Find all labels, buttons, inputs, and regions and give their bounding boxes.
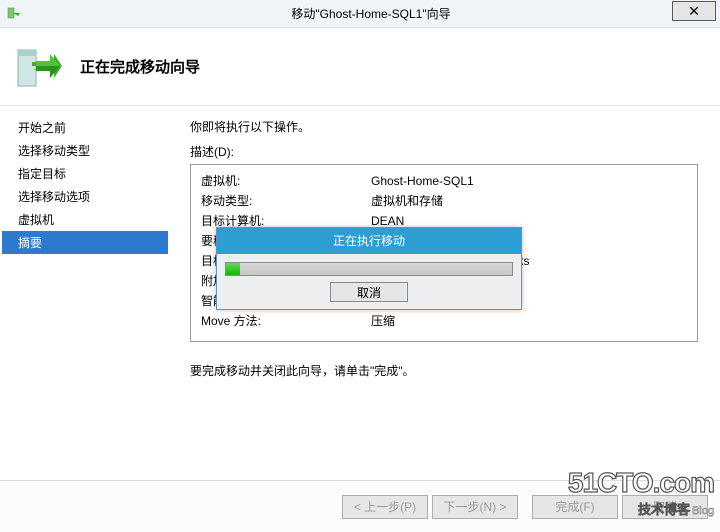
sidebar-item-summary[interactable]: 摘要 — [2, 231, 168, 254]
wizard-header: 正在完成移动向导 — [0, 28, 720, 106]
sidebar-item-move-options[interactable]: 选择移动选项 — [2, 185, 168, 208]
progress-cancel-button[interactable]: 取消 — [330, 282, 408, 302]
summary-row: 移动类型: 虚拟机和存储 — [201, 191, 687, 211]
close-button[interactable]: ✕ — [672, 1, 716, 21]
watermark-domain: 51CTO.com — [568, 467, 714, 499]
sidebar-item-move-type[interactable]: 选择移动类型 — [2, 139, 168, 162]
app-icon — [6, 6, 22, 22]
prev-button[interactable]: < 上一步(P) — [342, 495, 428, 519]
progress-dialog: 正在执行移动 取消 — [216, 227, 522, 310]
wizard-icon — [14, 42, 64, 92]
description-label: 描述(D): — [190, 143, 698, 160]
page-title: 正在完成移动向导 — [80, 56, 200, 77]
sidebar: 开始之前 选择移动类型 指定目标 选择移动选项 虚拟机 摘要 — [0, 106, 168, 480]
watermark: 51CTO.com 技术博客Blog — [568, 467, 714, 518]
progress-fill — [226, 263, 240, 275]
summary-row: Move 方法: 压缩 — [201, 311, 687, 331]
progress-bar — [225, 262, 513, 276]
intro-text: 你即将执行以下操作。 — [190, 118, 698, 135]
titlebar: 移动"Ghost-Home-SQL1"向导 ✕ — [0, 0, 720, 28]
window-title: 移动"Ghost-Home-SQL1"向导 — [22, 5, 720, 22]
sidebar-item-before-begin[interactable]: 开始之前 — [2, 116, 168, 139]
sidebar-item-target[interactable]: 指定目标 — [2, 162, 168, 185]
wizard-window: 移动"Ghost-Home-SQL1"向导 ✕ 正在完成移动向导 开始之前 选择… — [0, 0, 720, 532]
watermark-text: 技术博客 — [638, 502, 690, 517]
watermark-blog: Blog — [692, 505, 714, 517]
finish-hint: 要完成移动并关闭此向导，请单击"完成"。 — [190, 362, 698, 379]
sidebar-item-vm[interactable]: 虚拟机 — [2, 208, 168, 231]
next-button[interactable]: 下一步(N) > — [432, 495, 518, 519]
close-icon: ✕ — [688, 4, 700, 18]
summary-row: 虚拟机: Ghost-Home-SQL1 — [201, 171, 687, 191]
progress-title: 正在执行移动 — [217, 228, 521, 254]
